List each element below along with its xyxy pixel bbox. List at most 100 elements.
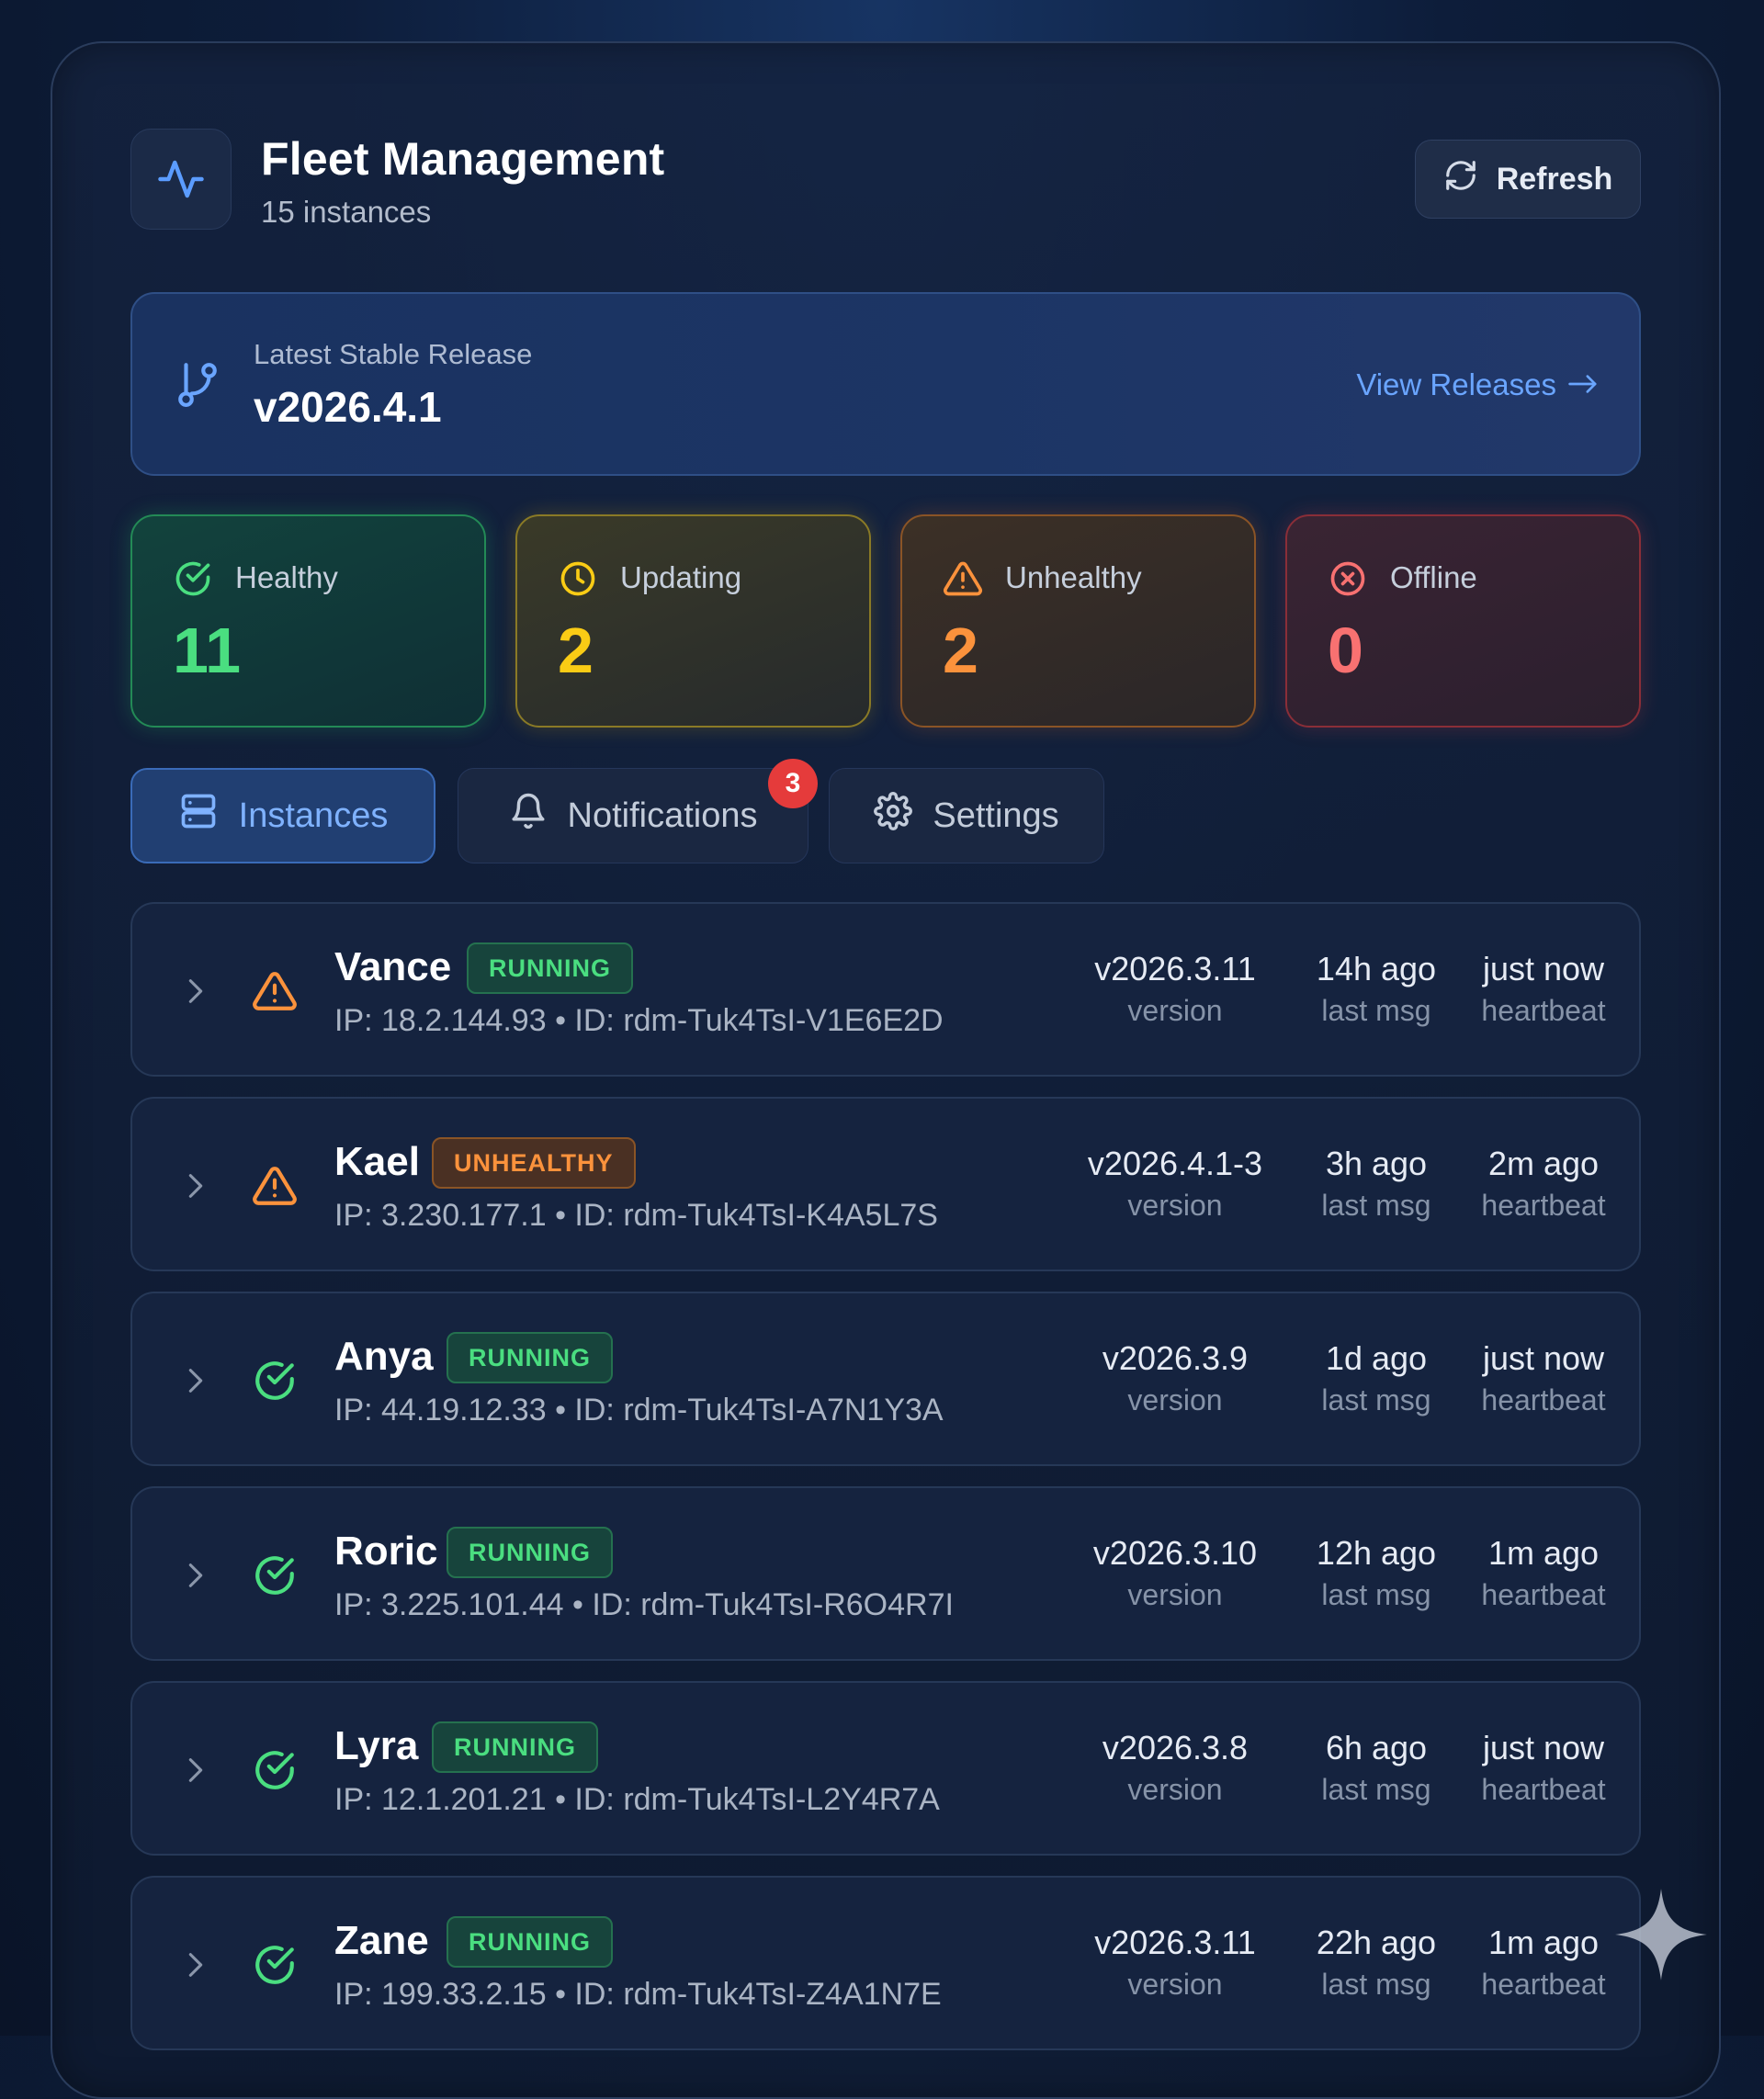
last-msg-label: last msg [1321, 1578, 1431, 1611]
heartbeat-column: 1m ago heartbeat [1453, 1924, 1634, 2002]
chevron-right-icon[interactable] [182, 1949, 209, 1985]
instance-name: Anya [334, 1334, 434, 1379]
version-column: v2026.3.8 version [1051, 1729, 1299, 1807]
instance-last-msg: 14h ago [1316, 950, 1437, 987]
instance-row[interactable]: Zane RUNNING IP: 199.33.2.15 • ID: rdm-Tuk… [130, 1876, 1641, 2050]
arrow-right-icon [1567, 367, 1599, 402]
tab-settings[interactable]: Settings [829, 768, 1104, 863]
x-circle-icon [1328, 559, 1368, 604]
notifications-badge: 3 [768, 759, 818, 808]
heartbeat-label: heartbeat [1481, 1578, 1606, 1611]
status-badge: RUNNING [467, 942, 633, 994]
heartbeat-label: heartbeat [1481, 1383, 1606, 1416]
stat-healthy-value: 11 [173, 615, 241, 686]
instance-meta: IP: 3.225.101.44 • ID: rdm-Tuk4TsI-R6O4R… [334, 1587, 954, 1622]
last-msg-column: 6h ago last msg [1295, 1729, 1457, 1807]
status-badge: RUNNING [432, 1721, 598, 1773]
version-label: version [1127, 1383, 1223, 1416]
instance-meta: IP: 3.230.177.1 • ID: rdm-Tuk4TsI-K4A5L7… [334, 1198, 938, 1233]
warning-icon [252, 1163, 298, 1213]
version-label: version [1127, 994, 1223, 1027]
version-column: v2026.3.11 version [1051, 1924, 1299, 2002]
check-circle-icon [173, 559, 213, 604]
stat-offline[interactable]: Offline 0 [1285, 514, 1641, 728]
instance-last-msg: 1d ago [1325, 1339, 1428, 1377]
instance-meta: IP: 199.33.2.15 • ID: rdm-Tuk4TsI-Z4A1N7… [334, 1977, 942, 2012]
stat-updating[interactable]: Updating 2 [515, 514, 871, 728]
heartbeat-label: heartbeat [1481, 994, 1606, 1027]
instance-row[interactable]: Anya RUNNING IP: 44.19.12.33 • ID: rdm-Tuk… [130, 1292, 1641, 1466]
heartbeat-label: heartbeat [1481, 1189, 1606, 1222]
activity-icon [130, 129, 232, 230]
heartbeat-column: 1m ago heartbeat [1453, 1534, 1634, 1612]
stat-healthy[interactable]: Healthy 11 [130, 514, 486, 728]
last-msg-label: last msg [1321, 994, 1431, 1027]
instance-version: v2026.3.10 [1092, 1534, 1258, 1572]
instance-last-msg: 6h ago [1325, 1729, 1428, 1766]
instance-row[interactable]: Roric RUNNING IP: 3.225.101.44 • ID: rdm-T… [130, 1486, 1641, 1661]
heartbeat-column: just now heartbeat [1453, 1339, 1634, 1417]
warning-icon [943, 559, 983, 604]
chevron-right-icon[interactable] [182, 1560, 209, 1596]
chevron-right-icon[interactable] [182, 976, 209, 1011]
stat-offline-label: Offline [1390, 560, 1477, 594]
instance-row[interactable]: Kael UNHEALTHY IP: 3.230.177.1 • ID: rdm-T… [130, 1097, 1641, 1271]
instance-count: 15 instances [261, 195, 432, 229]
page-title: Fleet Management [261, 133, 665, 185]
stat-updating-value: 2 [558, 615, 594, 686]
instance-version: v2026.3.9 [1102, 1339, 1249, 1377]
instance-last-msg: 12h ago [1316, 1534, 1437, 1572]
last-msg-column: 14h ago last msg [1295, 950, 1457, 1028]
instance-heartbeat: just now [1482, 950, 1605, 987]
check-circle-icon [252, 1358, 298, 1408]
instance-version: v2026.4.1-3 [1087, 1145, 1263, 1182]
gear-icon [874, 792, 913, 840]
instance-row[interactable]: Vance RUNNING IP: 18.2.144.93 • ID: rdm-Tu… [130, 902, 1641, 1077]
status-badge: RUNNING [447, 1332, 613, 1383]
heartbeat-column: 2m ago heartbeat [1453, 1145, 1634, 1223]
bell-icon [509, 792, 548, 840]
chevron-right-icon[interactable] [182, 1755, 209, 1790]
status-badge: UNHEALTHY [432, 1137, 636, 1189]
last-msg-column: 1d ago last msg [1295, 1339, 1457, 1417]
instance-name: Zane [334, 1918, 429, 1963]
chevron-right-icon[interactable] [182, 1170, 209, 1206]
stat-unhealthy[interactable]: Unhealthy 2 [900, 514, 1256, 728]
instance-name: Vance [334, 944, 452, 989]
status-badge: RUNNING [447, 1527, 613, 1578]
instance-version: v2026.3.8 [1102, 1729, 1249, 1766]
stat-unhealthy-label: Unhealthy [1005, 560, 1142, 594]
instance-heartbeat: just now [1482, 1339, 1605, 1377]
status-badge: RUNNING [447, 1916, 613, 1968]
instance-name: Kael [334, 1139, 420, 1184]
version-column: v2026.3.9 version [1051, 1339, 1299, 1417]
heartbeat-label: heartbeat [1481, 1773, 1606, 1806]
tab-notifications[interactable]: Notifications [458, 768, 808, 863]
instance-heartbeat: just now [1482, 1729, 1605, 1766]
server-icon [178, 791, 219, 841]
status-summary: Healthy 11 Updating 2 Unhealthy 2 Offlin… [130, 514, 1641, 728]
instance-row[interactable]: Lyra RUNNING IP: 12.1.201.21 • ID: rdm-Tuk… [130, 1681, 1641, 1856]
tab-bar: Instances Notifications 3 Settings [130, 759, 1641, 863]
release-banner: Latest Stable Release v2026.4.1 View Rel… [130, 292, 1641, 476]
last-msg-label: last msg [1321, 1189, 1431, 1222]
last-msg-column: 22h ago last msg [1295, 1924, 1457, 2002]
tab-instances-label: Instances [238, 796, 389, 835]
chevron-right-icon[interactable] [182, 1365, 209, 1401]
last-msg-label: last msg [1321, 1383, 1431, 1416]
git-branch-icon [175, 358, 220, 414]
instance-meta: IP: 18.2.144.93 • ID: rdm-Tuk4TsI-V1E6E2… [334, 1003, 944, 1038]
instance-heartbeat: 1m ago [1487, 1534, 1600, 1572]
instance-heartbeat: 1m ago [1487, 1924, 1600, 1961]
view-releases-link[interactable]: View Releases [1356, 367, 1599, 402]
version-label: version [1127, 1773, 1223, 1806]
instance-version: v2026.3.11 [1094, 1924, 1256, 1961]
heartbeat-column: just now heartbeat [1453, 950, 1634, 1028]
instance-last-msg: 22h ago [1316, 1924, 1437, 1961]
tab-instances[interactable]: Instances [130, 768, 435, 863]
version-column: v2026.3.10 version [1051, 1534, 1299, 1612]
refresh-icon [1443, 158, 1478, 201]
stat-healthy-label: Healthy [235, 560, 338, 594]
version-column: v2026.3.11 version [1051, 950, 1299, 1028]
refresh-button[interactable]: Refresh [1415, 140, 1641, 219]
